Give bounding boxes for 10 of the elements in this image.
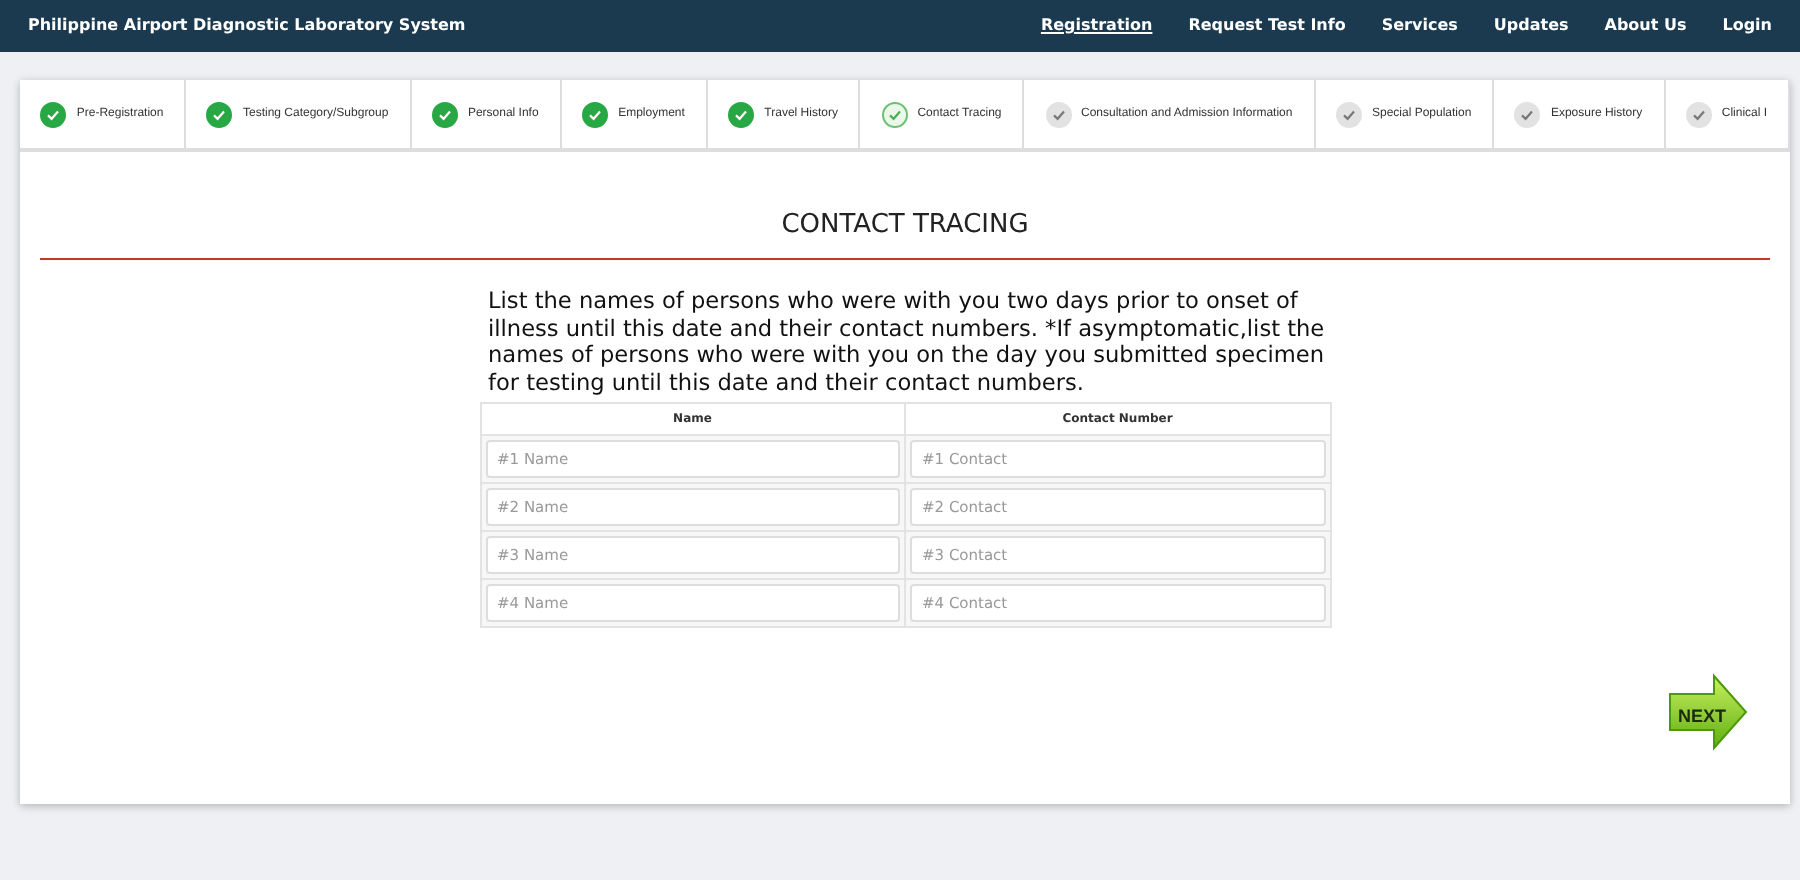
nav-link[interactable]: Login [1722, 14, 1772, 38]
nav-link[interactable]: Updates [1493, 14, 1569, 38]
site-title: Philippine Airport Diagnostic Laboratory System [28, 14, 466, 38]
next-button[interactable]: NEXT [1666, 672, 1750, 753]
instructions-text: List the names of persons who were with you two days prior to onset of illness until this date and their contact numbers. *If asymptomatic,list the names of persons who were with you on the day you submitted specimen for testing until this date and their contact numbers. [486, 288, 1327, 397]
nav-link[interactable]: Request Test Info [1188, 14, 1346, 38]
nav-link[interactable]: About Us [1604, 14, 1687, 38]
nav-link[interactable]: Services [1381, 14, 1458, 38]
section-title: CONTACT TRACING [779, 208, 1031, 244]
nav-link[interactable]: Registration [1040, 14, 1153, 38]
